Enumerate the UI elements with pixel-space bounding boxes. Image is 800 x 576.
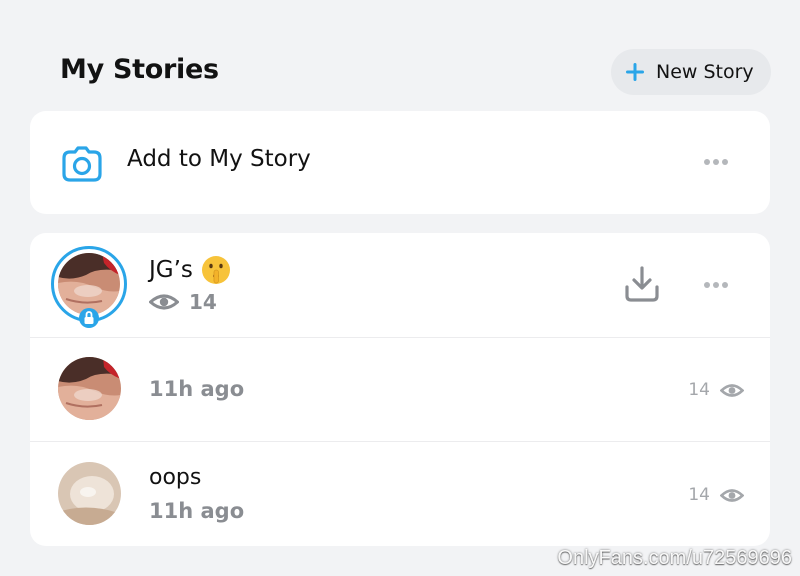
shushing-face-emoji	[201, 256, 230, 284]
snap-views: 14	[688, 485, 744, 505]
add-to-story-card: Add to My Story	[30, 111, 770, 214]
plus-icon	[626, 63, 644, 81]
story-thumbnail	[58, 253, 120, 315]
snap-thumbnail	[58, 357, 121, 420]
add-to-story-row[interactable]: Add to My Story	[30, 111, 770, 214]
eye-icon	[720, 383, 744, 397]
camera-icon	[62, 146, 102, 182]
snap-views: 14	[688, 380, 744, 400]
eye-icon	[149, 294, 179, 310]
new-story-label: New Story	[656, 61, 754, 83]
story-row[interactable]: JG’s 14	[30, 233, 770, 338]
snap-thumbnail	[58, 462, 121, 525]
stories-header: My Stories New Story	[0, 0, 800, 110]
snap-row[interactable]: oops 11h ago 14	[30, 442, 770, 546]
story-view-count: 14	[189, 290, 217, 314]
watermark: OnlyFans.com/u72569696	[557, 547, 792, 569]
page-title: My Stories	[60, 54, 219, 85]
snap-view-count: 14	[688, 485, 710, 505]
download-icon[interactable]	[624, 265, 660, 303]
more-icon[interactable]	[703, 158, 729, 166]
add-to-story-label: Add to My Story	[127, 146, 311, 172]
snap-time: 11h ago	[149, 499, 245, 523]
stories-card: JG’s 14 11h ago 14 oops 11h ago 14	[30, 233, 770, 546]
new-story-button[interactable]: New Story	[611, 49, 771, 95]
eye-icon	[720, 488, 744, 502]
story-views: 14	[149, 290, 217, 314]
snap-view-count: 14	[688, 380, 710, 400]
snap-row[interactable]: 11h ago 14	[30, 337, 770, 442]
more-icon[interactable]	[703, 281, 729, 289]
story-name: JG’s	[149, 255, 231, 285]
snap-time: 11h ago	[149, 377, 245, 401]
lock-icon	[79, 308, 99, 328]
snap-title: oops	[149, 465, 202, 490]
story-name-text: JG’s	[149, 257, 193, 283]
